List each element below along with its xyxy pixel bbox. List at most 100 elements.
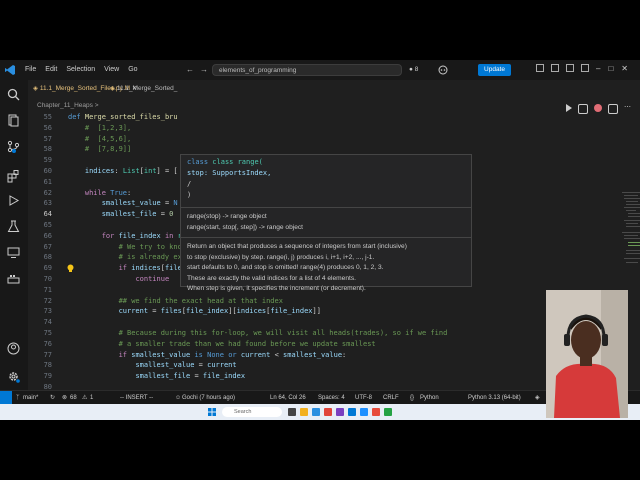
chrome-icon[interactable]: [324, 408, 332, 416]
gear-icon[interactable]: [7, 370, 20, 383]
more-actions-icon[interactable]: ⋯: [624, 104, 632, 112]
windows-start-icon[interactable]: [208, 408, 216, 416]
tab-second-file[interactable]: ◈ 11.1_Merge_Sorted_: [110, 82, 177, 96]
screen: File Edit Selection View Go ←→ elements_…: [0, 60, 640, 420]
line-number: 55: [43, 113, 52, 121]
sig-line-2: stop: SupportsIndex,: [187, 169, 272, 177]
nav-arrows[interactable]: ←→: [186, 65, 214, 74]
code-line: 73 current = files[file_index][indices[f…: [28, 306, 588, 317]
hover-divider: [181, 237, 471, 238]
taskbar: Search: [0, 404, 640, 420]
account-icon[interactable]: [7, 342, 20, 355]
notification-count-value: 8: [414, 66, 419, 73]
line-number: 63: [43, 199, 52, 208]
status-interpreter[interactable]: Python 3.13 (64-bit): [468, 391, 521, 405]
file-explorer-icon[interactable]: [300, 408, 308, 416]
edge-icon[interactable]: [312, 408, 320, 416]
error-icon: ⊗: [62, 395, 68, 401]
title-bar: File Edit Selection View Go ←→ elements_…: [0, 60, 640, 80]
line-number: 60: [43, 166, 52, 175]
line-number: 72: [43, 296, 52, 305]
sig-line-3: /: [187, 180, 192, 188]
line-number: 70: [43, 274, 52, 283]
taskbar-search[interactable]: Search: [222, 407, 282, 417]
run-icon[interactable]: [566, 104, 572, 112]
command-center-search[interactable]: elements_of_programming: [212, 64, 402, 76]
split-editor-icon[interactable]: [608, 104, 618, 114]
code-line: 77 if smallest_value is None or current …: [28, 350, 588, 361]
status-branch[interactable]: main*: [23, 391, 38, 405]
line-number: 71: [43, 285, 52, 294]
status-blame[interactable]: Gochi (7 hours ago): [182, 391, 235, 405]
lightbulb-icon[interactable]: [66, 264, 75, 273]
line-number: 58: [43, 145, 52, 154]
hover-doc-1: Return an object that produces a sequenc…: [187, 243, 407, 250]
line-number: 59: [43, 156, 52, 165]
remote-explorer-icon[interactable]: [7, 246, 20, 259]
copilot-chat-icon[interactable]: [594, 104, 602, 112]
activity-bar: [0, 80, 28, 410]
update-button[interactable]: Update: [478, 64, 511, 76]
webcam-overlay: [546, 290, 628, 418]
status-problems[interactable]: 68: [70, 391, 77, 405]
run-debug-icon[interactable]: [7, 194, 20, 207]
menu-edit[interactable]: Edit: [45, 66, 57, 73]
code-line: 56 # [1,2,3],: [28, 123, 588, 134]
hover-doc-5: When step is given, it specifies the inc…: [187, 285, 366, 292]
menu-file[interactable]: File: [25, 66, 36, 73]
hover-signature: class class range( stop: SupportsIndex, …: [181, 155, 471, 203]
status-language[interactable]: Python: [420, 391, 439, 405]
task-view-icon[interactable]: [288, 408, 296, 416]
status-position[interactable]: Ln 64, Col 26: [270, 391, 306, 405]
hover-doc-2: to stop (exclusive) by step. range(i, j)…: [187, 253, 375, 261]
hover-divider: [181, 207, 471, 208]
menu-go[interactable]: Go: [128, 66, 137, 73]
bell-icon[interactable]: ◈: [535, 391, 540, 405]
toggle-secondary-sidebar-icon[interactable]: [566, 64, 574, 72]
testing-icon[interactable]: [7, 220, 20, 233]
explorer-icon[interactable]: [7, 114, 20, 127]
customize-layout-icon[interactable]: [581, 64, 589, 72]
status-eol[interactable]: CRLF: [383, 391, 399, 405]
search-icon[interactable]: [7, 88, 20, 101]
toggle-sidebar-icon[interactable]: [536, 64, 544, 72]
remote-indicator[interactable]: [0, 391, 12, 405]
terminal-icon[interactable]: [360, 408, 368, 416]
status-encoding[interactable]: UTF-8: [355, 391, 372, 405]
copilot-icon[interactable]: [438, 65, 448, 75]
source-control-icon[interactable]: [7, 140, 20, 153]
menu-selection[interactable]: Selection: [66, 66, 95, 73]
menu-view[interactable]: View: [104, 66, 119, 73]
toggle-panel-icon[interactable]: [551, 64, 559, 72]
status-warnings[interactable]: 1: [90, 391, 93, 405]
status-spaces[interactable]: Spaces: 4: [318, 391, 345, 405]
app-icon[interactable]: [372, 408, 380, 416]
store-icon[interactable]: [336, 408, 344, 416]
code-line: 78 smallest_value = current: [28, 360, 588, 371]
taskbar-vscode-icon[interactable]: [348, 408, 356, 416]
spotify-icon[interactable]: [384, 408, 392, 416]
hover-tooltip: class class range( stop: SupportsIndex, …: [180, 154, 472, 292]
extensions-icon[interactable]: [7, 170, 20, 183]
python-file-icon: ◈: [110, 85, 115, 92]
breadcrumb[interactable]: Chapter_11_Heaps >: [37, 102, 99, 109]
docker-icon[interactable]: [7, 272, 20, 285]
window-buttons[interactable]: –□✕: [596, 64, 636, 73]
vscode-logo-icon: [5, 65, 15, 75]
line-number: 79: [43, 372, 52, 381]
line-number: 76: [43, 339, 52, 348]
warning-icon: ⚠: [82, 395, 88, 401]
minimap[interactable]: [620, 190, 640, 280]
line-number: 67: [43, 242, 52, 251]
code-line: 76 # a smaller trade than we had found b…: [28, 339, 588, 350]
line-number: 64: [43, 210, 52, 219]
branch-icon: ᛉ: [16, 395, 20, 401]
sync-icon[interactable]: ↻: [50, 391, 55, 405]
notification-count: ● 8: [409, 66, 419, 73]
code-line: 74: [28, 317, 588, 328]
hover-doc-4: These are exactly the valid indices for …: [187, 274, 356, 282]
status-vim-mode: -- INSERT --: [120, 395, 154, 401]
line-number: 78: [43, 361, 52, 370]
line-number: 65: [43, 220, 52, 229]
line-number: 69: [43, 264, 52, 273]
